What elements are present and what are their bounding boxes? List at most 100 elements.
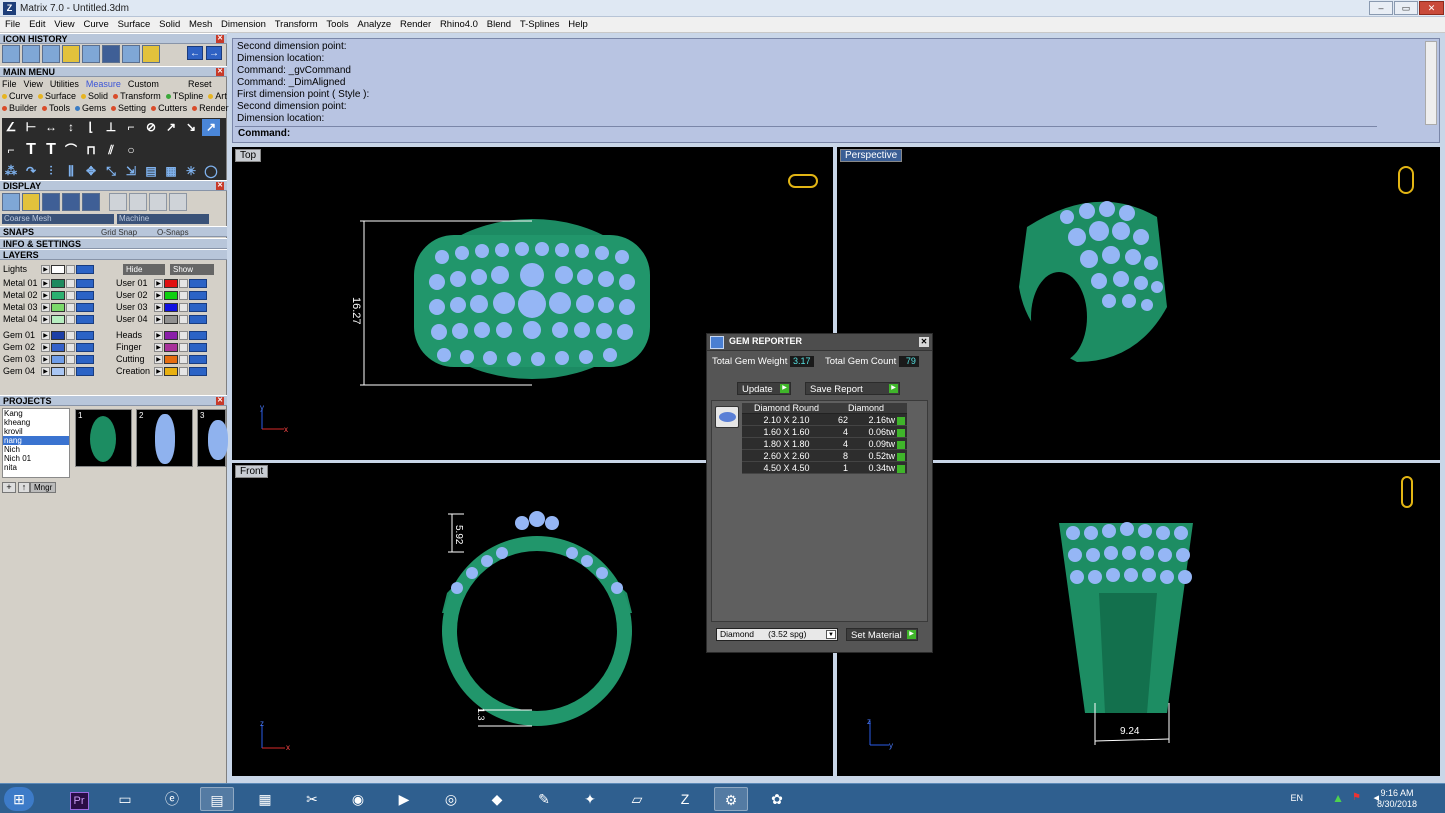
scale-icon[interactable]: ⤡ [102, 163, 120, 180]
layer-row[interactable]: Gem 02 ▶ [3, 342, 94, 353]
tab-measure[interactable]: Measure [86, 79, 121, 89]
command-scrollbar[interactable] [1425, 41, 1437, 125]
split-icon[interactable]: ⫶ [42, 163, 60, 180]
menu-help[interactable]: Help [565, 17, 591, 32]
circle-icon[interactable]: ◯ [202, 163, 220, 180]
menu-dimension[interactable]: Dimension [218, 17, 269, 32]
table-row[interactable]: 1.80 X 1.80 4 0.09tw [742, 438, 907, 450]
save-report-button[interactable]: Save Report ▶ [805, 382, 900, 395]
leader-icon[interactable]: ↗ [162, 119, 180, 136]
category-builder[interactable]: Builder [2, 103, 37, 113]
gold-sphere-icon[interactable] [148, 193, 167, 211]
menu-tools[interactable]: Tools [323, 17, 351, 32]
diameter-dim-icon[interactable]: ⊘ [142, 119, 160, 136]
visibility-toggle[interactable] [76, 265, 94, 275]
snipping-tool-icon[interactable]: ✂ [295, 787, 329, 811]
rhino-taskbar-icon[interactable]: ⚙ [714, 787, 748, 811]
close-icon[interactable]: ✕ [216, 182, 224, 190]
metal-sphere-icon[interactable] [108, 193, 127, 211]
layer-row[interactable]: Gem 04 ▶ [3, 366, 94, 377]
angle-dim-icon[interactable]: ∠ [2, 119, 20, 136]
tab-utilities[interactable]: Utilities [50, 79, 79, 89]
dimension-tool-icon[interactable] [2, 45, 20, 63]
symmetry-icon[interactable]: ⫽ [102, 142, 120, 159]
category-art[interactable]: Art [208, 91, 227, 101]
project-thumbnail[interactable]: 3 [197, 409, 228, 467]
folder-icon[interactable]: ▤ [200, 787, 234, 811]
render-mode-select[interactable]: Machine [117, 214, 209, 224]
horizontal-dim-icon[interactable]: ↔ [42, 119, 60, 136]
aligned-dim-icon[interactable]: ↗ [202, 119, 220, 136]
shaded-icon[interactable] [22, 193, 40, 211]
render-setting-icon[interactable] [168, 193, 187, 211]
category-tspline[interactable]: TSpline [165, 91, 203, 101]
layer-row[interactable]: Cutting ▶ [116, 354, 207, 365]
layer-row[interactable]: Gem 03 ▶ [3, 354, 94, 365]
layers-header[interactable]: LAYERS [0, 249, 227, 260]
leader-line-icon[interactable]: ⌐ [2, 142, 20, 159]
add-project-button[interactable]: + [2, 482, 16, 493]
close-button[interactable]: ✕ [1419, 1, 1444, 15]
list-item[interactable]: Kang [3, 409, 69, 418]
minimize-button[interactable]: – [1369, 1, 1393, 15]
file-explorer-icon[interactable]: ▭ [108, 787, 142, 811]
firefox-icon[interactable]: ◉ [341, 787, 375, 811]
offset-icon[interactable]: ▤ [142, 163, 160, 180]
arc-dim-icon[interactable]: ⌒ [62, 142, 80, 159]
main-menu-header[interactable]: MAIN MENU ✕ [0, 66, 227, 77]
layer-row[interactable]: Metal 01 ▶ [3, 278, 94, 289]
menu-surface[interactable]: Surface [115, 17, 154, 32]
eraser-app-icon[interactable]: ◆ [480, 787, 514, 811]
category-surface[interactable]: Surface [38, 91, 76, 101]
ring-tool-icon[interactable] [62, 45, 80, 63]
project-thumbnail[interactable]: 1 [75, 409, 132, 467]
pen-tool-icon[interactable]: ✎ [527, 787, 561, 811]
menu-solid[interactable]: Solid [156, 17, 183, 32]
menu-curve[interactable]: Curve [80, 17, 111, 32]
category-setting[interactable]: Setting [111, 103, 146, 113]
table-row[interactable]: 4.50 X 4.50 1 0.34tw [742, 462, 907, 474]
character-app-icon[interactable]: ✦ [573, 787, 607, 811]
menu-transform[interactable]: Transform [272, 17, 321, 32]
tab-file[interactable]: File [2, 79, 17, 89]
lights-swatch[interactable] [51, 265, 65, 275]
menu-render[interactable]: Render [397, 17, 434, 32]
curve-arrow-icon[interactable]: ↷ [22, 163, 40, 180]
manager-button[interactable]: Mngr [30, 482, 57, 493]
array-icon[interactable]: ⫼ [62, 163, 80, 180]
menu-rhino[interactable]: Rhino4.0 [437, 17, 481, 32]
menu-edit[interactable]: Edit [26, 17, 48, 32]
list-item[interactable]: nita [3, 463, 69, 472]
layer-row[interactable]: Finger ▶ [116, 342, 207, 353]
system-clock[interactable]: 9:16 AM 8/30/2018 [1377, 788, 1417, 810]
o-snaps-toggle[interactable]: O-Snaps [157, 228, 189, 237]
command-input[interactable]: Command: [235, 126, 1377, 140]
expand-icon[interactable]: ▶ [41, 265, 50, 275]
matrix-taskbar-icon[interactable]: Z [668, 787, 702, 811]
material-select[interactable]: Diamond (3.52 spg) ▼ [716, 628, 838, 641]
category-curve[interactable]: Curve [2, 91, 33, 101]
list-item[interactable]: Nich 01 [3, 454, 69, 463]
chevron-down-icon[interactable]: ▼ [826, 630, 836, 639]
reset-button[interactable]: Reset [188, 79, 212, 89]
history-forward-arrow-icon[interactable]: → [206, 46, 222, 60]
chrome-sphere-icon[interactable] [128, 193, 147, 211]
ordinate-dim-icon[interactable]: ⌊ [82, 119, 100, 136]
gem-reporter-title-bar[interactable]: GEM REPORTER ✕ [707, 334, 932, 351]
grid-snap-toggle[interactable]: Grid Snap [101, 228, 137, 237]
flag-icon[interactable]: ⚑ [1352, 792, 1361, 803]
vertical-dim-icon[interactable]: ↕ [62, 119, 80, 136]
category-solid[interactable]: Solid [81, 91, 108, 101]
category-render[interactable]: Render [192, 103, 229, 113]
render-sphere-icon[interactable] [42, 193, 60, 211]
calculator-icon[interactable]: ▦ [248, 787, 282, 811]
tab-view[interactable]: View [24, 79, 43, 89]
list-item[interactable]: nang [3, 436, 69, 445]
update-button[interactable]: Update ▶ [737, 382, 791, 395]
layer-tool-icon[interactable] [122, 45, 140, 63]
wireframe-icon[interactable] [2, 193, 20, 211]
media-player-icon[interactable]: ▶ [387, 787, 421, 811]
hide-button[interactable]: Hide [123, 264, 165, 275]
display-header[interactable]: DISPLAY ✕ [0, 180, 227, 191]
layer-row[interactable]: Metal 02 ▶ [3, 290, 94, 301]
